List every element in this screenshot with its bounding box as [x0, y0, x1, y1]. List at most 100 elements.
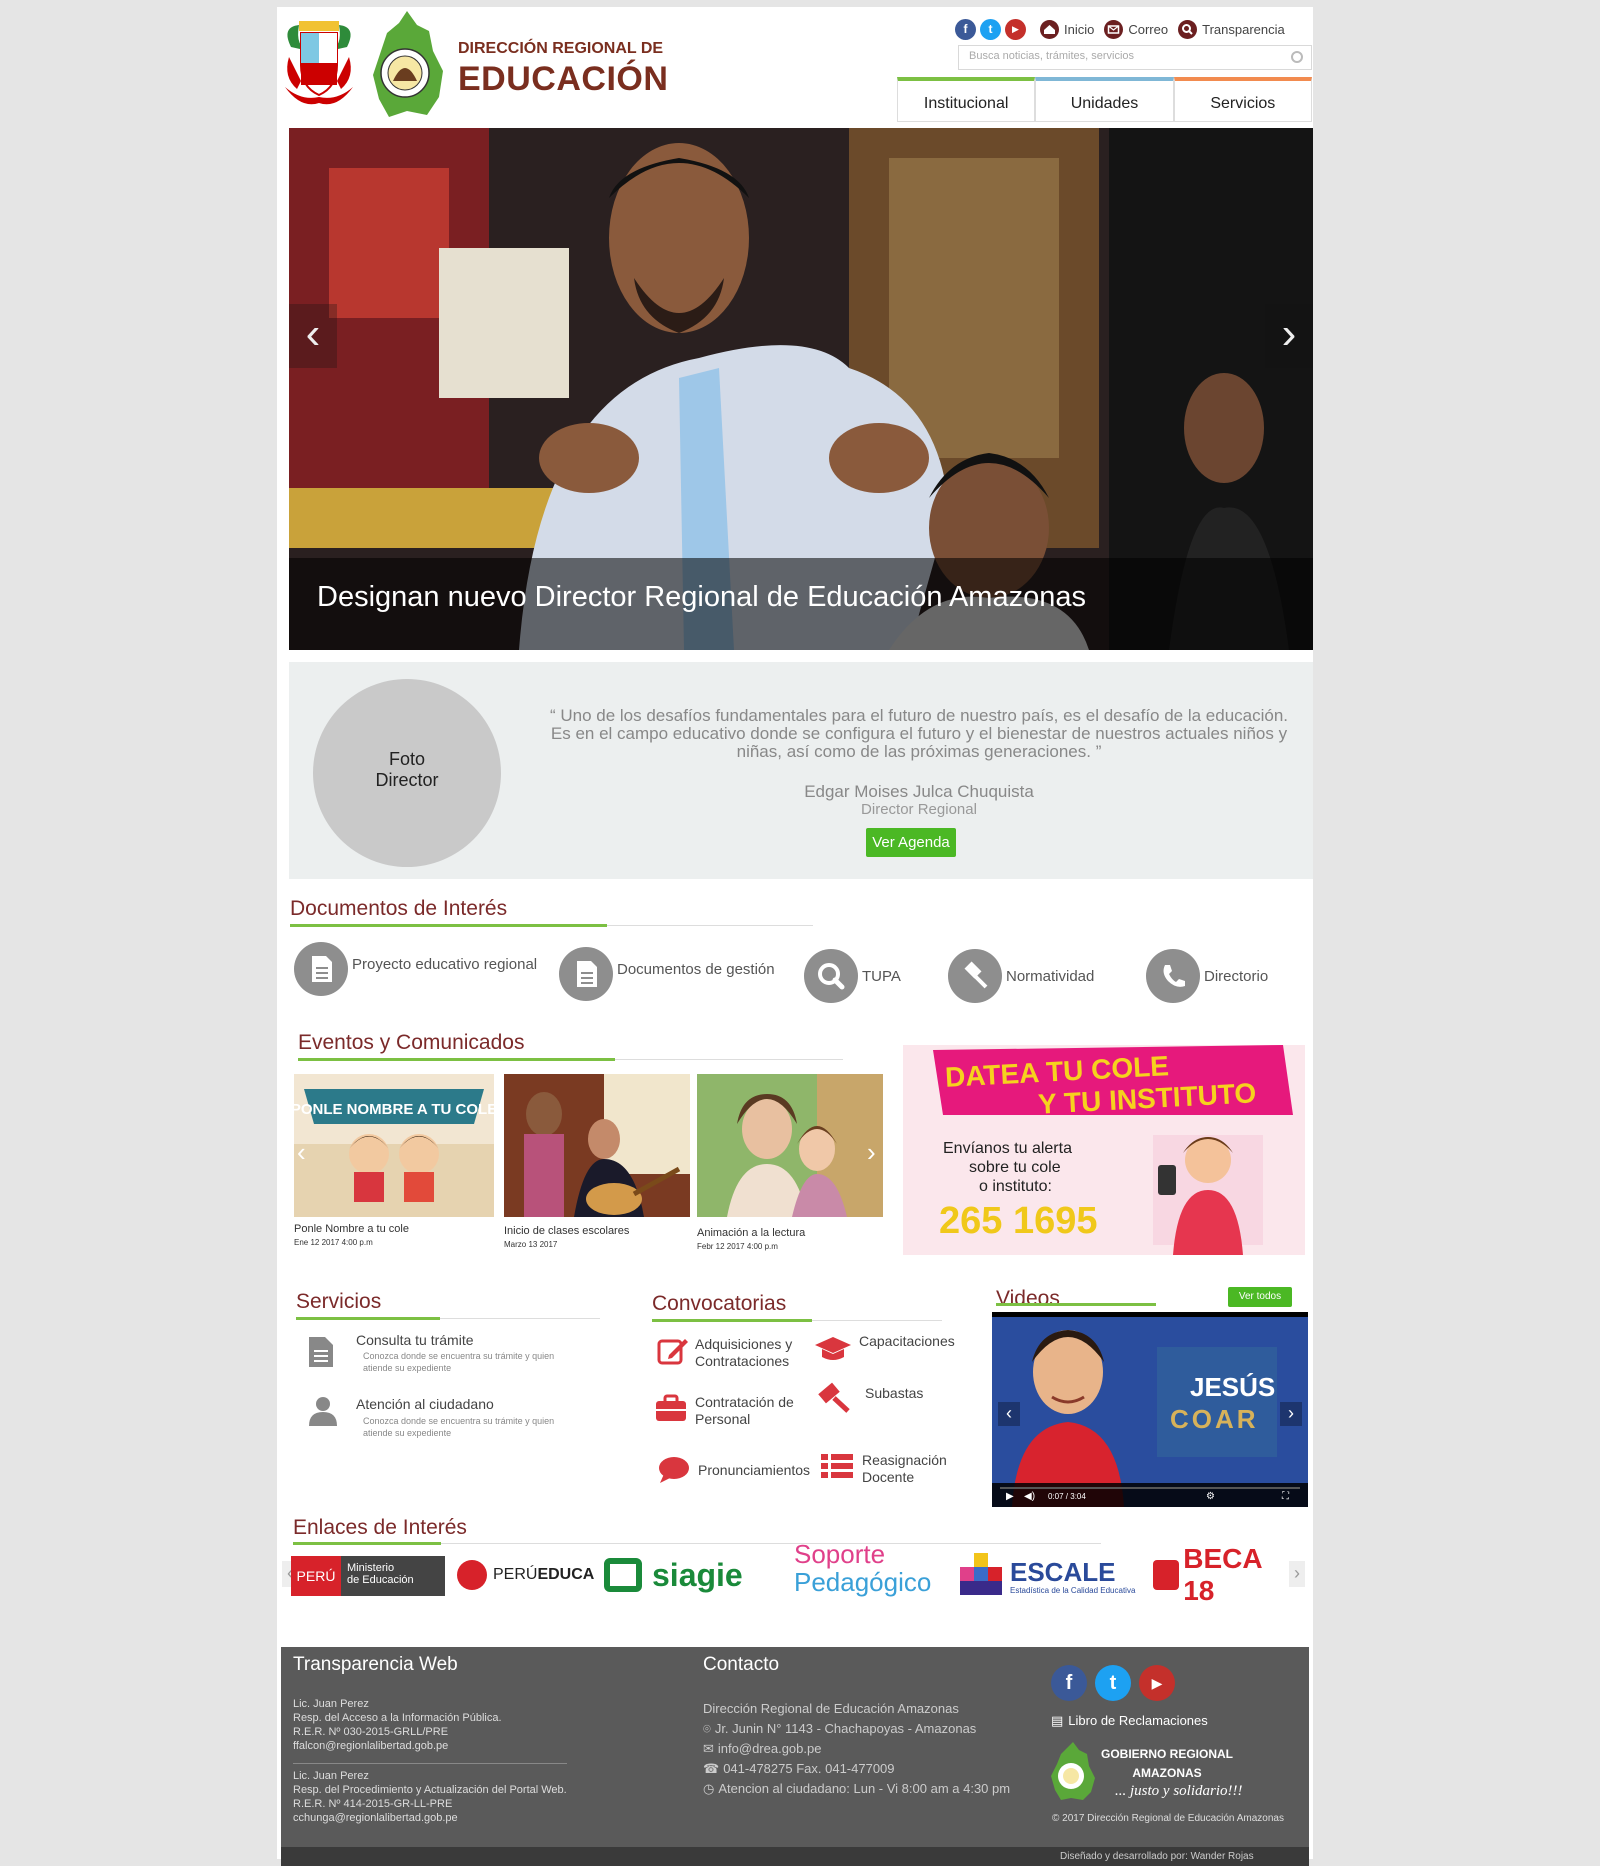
doc-tupa[interactable]: TUPA [804, 949, 901, 1003]
event-card[interactable]: Animación a la lectura Febr 12 2017 4:00… [697, 1074, 883, 1251]
logo-escale: ESCALE [1010, 1557, 1116, 1587]
doc-normatividad[interactable]: Normatividad [948, 949, 1094, 1003]
video-controls: ▶ ◀) 0:07 / 3:04 ⚙ ⛶ [992, 1483, 1308, 1507]
minedu-logo[interactable]: PERÚ Ministerio de Educación [291, 1556, 445, 1596]
servicio-description: Conozca donde se encuentra su trámite y … [363, 1416, 555, 1438]
contacto-hours-row: ◷ Atencion al ciudadano: Lun - Vi 8:00 am… [703, 1779, 1010, 1799]
director-name: Edgar Moises Julca Chuquista [804, 782, 1034, 801]
consulta-tramite-link[interactable]: Consulta tu trámite [356, 1332, 474, 1348]
video-time: 0:07 / 3:04 [1048, 1492, 1086, 1501]
conv-capacitaciones[interactable]: Capacitaciones [859, 1333, 955, 1350]
heading-rule [812, 1320, 942, 1321]
conv-contratacion[interactable]: Contratación de Personal [695, 1394, 805, 1428]
documentos-heading: Documentos de Interés [290, 897, 508, 920]
gobierno-amazonas-logo[interactable] [371, 11, 445, 119]
conv-adquisiciones[interactable]: Adquisiciones y Contrataciones [695, 1336, 805, 1370]
video-next-arrow[interactable]: › [1280, 1402, 1302, 1426]
facebook-icon[interactable]: f [1051, 1665, 1087, 1701]
edit-icon [657, 1337, 689, 1370]
perueduca-logo[interactable]: PERÚ EDUCA [457, 1553, 597, 1597]
gobierno-regional-logo[interactable] [1051, 1742, 1095, 1800]
event-card[interactable]: Inicio de clases escolares Marzo 13 2017 [504, 1074, 690, 1249]
atencion-ciudadano-link[interactable]: Atención al ciudadano [356, 1396, 494, 1412]
events-prev-arrow[interactable]: ‹ [297, 1137, 306, 1168]
correo-link[interactable]: Correo [1128, 22, 1168, 37]
speech-bubble-icon [658, 1456, 690, 1489]
responsable-email[interactable]: cchunga@regionlalibertad.gob.pe [293, 1811, 567, 1825]
org-name-line2: EDUCACIÓN [458, 60, 669, 98]
facebook-icon[interactable]: f [955, 18, 976, 40]
contacto-email[interactable]: info@drea.gob.pe [718, 1739, 822, 1759]
youtube-icon[interactable]: ▶ [1005, 18, 1026, 40]
siagie-logo[interactable]: siagie [604, 1553, 774, 1597]
play-icon[interactable]: ▶ [1006, 1491, 1014, 1502]
phone-icon: ☎ [703, 1761, 720, 1776]
volume-icon[interactable]: ◀) [1024, 1491, 1035, 1502]
tab-institucional[interactable]: Institucional [897, 77, 1036, 122]
conv-reasignacion[interactable]: Reasignación Docente [862, 1452, 972, 1486]
ver-todos-button[interactable]: Ver todos [1228, 1287, 1292, 1307]
page: DIRECCIÓN REGIONAL DE EDUCACIÓN f t ▶ In… [277, 7, 1313, 1866]
briefcase-icon [655, 1394, 687, 1427]
event-image: PONLE NOMBRE A TU COLE [294, 1074, 494, 1217]
youtube-icon[interactable]: ▶ [1139, 1665, 1175, 1701]
hero-slider: Designan nuevo Director Regional de Educ… [289, 128, 1313, 650]
logo-perueduca-a: PERÚ [493, 1566, 538, 1583]
logo-siagie: siagie [652, 1556, 743, 1593]
datea-promo-banner[interactable]: DATEA TU COLE Y TU INSTITUTO Envíanos tu… [903, 1045, 1305, 1255]
event-image [504, 1074, 690, 1217]
tab-unidades[interactable]: Unidades [1035, 77, 1174, 122]
search-input-icon[interactable] [1291, 51, 1303, 63]
inicio-link[interactable]: Inicio [1064, 22, 1094, 37]
contacto-address-row: ⌾ Jr. Junin N° 1143 - Chachapoyas - Amazo… [703, 1719, 976, 1739]
conv-pronunciamientos[interactable]: Pronunciamientos [698, 1462, 810, 1479]
video-progress-bar[interactable] [1000, 1487, 1300, 1489]
heading-underline [298, 1058, 615, 1061]
beca18-logo[interactable]: BECA 18 [1153, 1543, 1293, 1606]
conv-subastas[interactable]: Subastas [865, 1385, 923, 1402]
libro-reclamaciones-link[interactable]: ▤ Libro de Reclamaciones [1051, 1711, 1208, 1731]
twitter-icon[interactable]: t [1095, 1665, 1131, 1701]
heading-underline [290, 924, 607, 927]
video-player[interactable]: JESÚS COAR ‹ › ▶ ◀) 0:07 / 3:04 ⚙ ⛶ [992, 1312, 1308, 1507]
fullscreen-icon[interactable]: ⛶ [1282, 1491, 1289, 1502]
ver-agenda-button[interactable]: Ver Agenda [866, 828, 956, 857]
slide-caption: Designan nuevo Director Regional de Educ… [289, 558, 1313, 650]
event-card[interactable]: PONLE NOMBRE A TU COLE Ponle Nombre a tu… [294, 1074, 494, 1247]
logo-soporte: Soporte [794, 1539, 886, 1569]
doc-directorio[interactable]: Directorio [1146, 949, 1268, 1003]
user-icon [309, 1396, 337, 1426]
twitter-icon[interactable]: t [980, 18, 1001, 40]
tab-servicios[interactable]: Servicios [1173, 77, 1312, 122]
video-prev-arrow[interactable]: ‹ [998, 1402, 1020, 1426]
escale-logo[interactable]: ESCALE Estadística de la Calidad Educati… [960, 1553, 1160, 1597]
clock-icon: ◷ [703, 1781, 715, 1796]
soporte-pedagogico-logo[interactable]: Soporte Pedagógico [794, 1540, 944, 1604]
responsable-role: Resp. del Procedimiento y Actualización … [293, 1784, 567, 1796]
logo-escale-sub: Estadística de la Calidad Educativa [1010, 1586, 1136, 1595]
gobierno-line2: AMAZONAS [1132, 1766, 1202, 1780]
event-date: Marzo 13 2017 [504, 1240, 558, 1249]
doc-documentos-gestion[interactable]: Documentos de gestión [559, 947, 775, 1001]
doc-proyecto-educativo[interactable]: Proyecto educativo regional [294, 942, 537, 996]
logo-pedagogico: Pedagógico [794, 1567, 932, 1597]
event-date: Febr 12 2017 4:00 p.m [697, 1242, 778, 1251]
transparencia-block-2: Lic. Juan Perez Resp. del Procedimiento … [293, 1769, 567, 1825]
promo-number: 265 1695 [939, 1200, 1098, 1242]
events-next-arrow[interactable]: › [867, 1137, 876, 1168]
settings-icon[interactable]: ⚙ [1206, 1491, 1215, 1502]
promo-text-1: Envíanos tu alerta [943, 1140, 1072, 1157]
director-section: Foto Director “ Uno de los desafíos fund… [289, 662, 1313, 879]
slider-next-arrow[interactable]: › [1265, 304, 1313, 368]
peru-coat-of-arms-logo[interactable] [281, 17, 357, 109]
transparencia-link[interactable]: Transparencia [1202, 22, 1285, 37]
slogan: ... justo y solidario!!! [1115, 1783, 1243, 1799]
responsable-email[interactable]: ffalcon@regionlalibertad.gob.pe [293, 1739, 502, 1753]
search-placeholder: Busca noticias, trámites, servicios [969, 50, 1135, 62]
doc-label: Directorio [1204, 967, 1269, 985]
event-title: Animación a la lectura [697, 1227, 806, 1239]
director-quote: “ Uno de los desafíos fundamentales para… [549, 706, 1289, 761]
slider-prev-arrow[interactable]: ‹ [289, 304, 337, 368]
video-brand-1: JESÚS [1190, 1372, 1276, 1402]
search-input[interactable]: Busca noticias, trámites, servicios [958, 45, 1312, 70]
